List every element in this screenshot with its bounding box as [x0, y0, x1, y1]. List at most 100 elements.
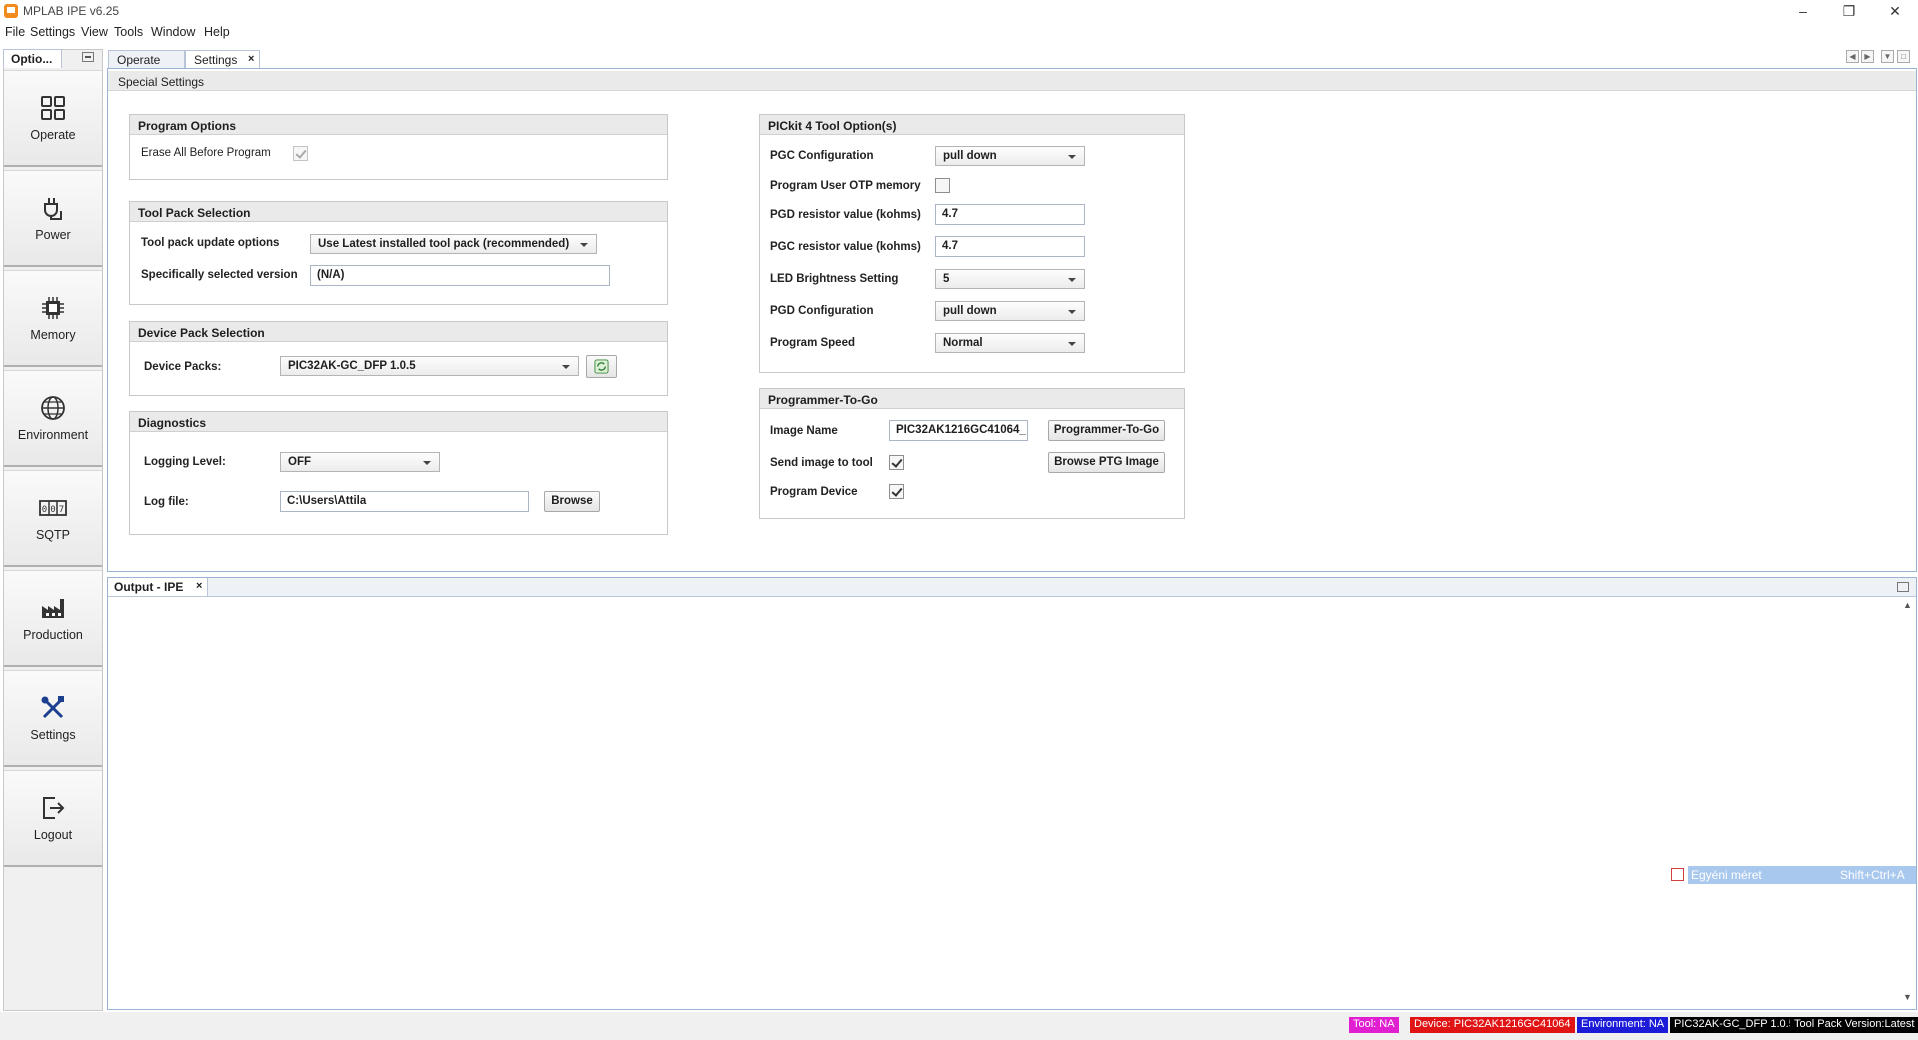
log-file-label: Log file: — [144, 496, 189, 508]
tab-operate[interactable]: Operate — [108, 50, 185, 68]
selected-version-field[interactable]: (N/A) — [310, 265, 610, 286]
menu-view[interactable]: View — [81, 25, 108, 39]
erase-all-checkbox[interactable] — [293, 146, 308, 161]
browse-ptg-image-button[interactable]: Browse PTG Image — [1048, 452, 1165, 473]
erase-all-label: Erase All Before Program — [141, 147, 271, 159]
nav-memory-label: Memory — [30, 328, 76, 342]
menu-help[interactable]: Help — [204, 25, 230, 39]
led-brightness-label: LED Brightness Setting — [770, 273, 899, 285]
tab-settings[interactable]: Settings × — [185, 50, 260, 68]
power-plug-icon — [44, 198, 62, 220]
minimize-panel-icon[interactable] — [82, 52, 94, 62]
pickit-options-title: PICkit 4 Tool Option(s) — [760, 115, 1184, 135]
custom-size-menu-item[interactable]: Egyéni méret Shift+Ctrl+A — [1688, 866, 1916, 884]
tab-list-icon[interactable]: ▼ — [1881, 50, 1894, 63]
program-speed-label: Program Speed — [770, 337, 855, 349]
otp-memory-checkbox[interactable] — [935, 178, 950, 193]
tab-close-icon[interactable]: × — [248, 53, 254, 65]
program-options-title: Program Options — [130, 115, 667, 135]
output-minimize-icon[interactable] — [1897, 582, 1909, 592]
menu-file[interactable]: File — [5, 25, 25, 39]
status-tool-badge: Tool: NA — [1349, 1017, 1399, 1033]
svg-text:0: 0 — [50, 505, 55, 515]
mplab-logo-icon — [4, 4, 18, 18]
nav-production-label: Production — [23, 628, 83, 642]
tool-pack-update-label: Tool pack update options — [141, 237, 280, 249]
tab-scroll-right-icon[interactable]: ▶ — [1861, 50, 1874, 63]
pgd-config-label: PGD Configuration — [770, 305, 874, 317]
window-title: MPLAB IPE v6.25 — [23, 4, 120, 18]
scroll-up-icon[interactable]: ▲ — [1903, 600, 1912, 610]
nav-memory[interactable]: Memory — [4, 270, 102, 367]
log-file-field[interactable]: C:\Users\Attila — [280, 491, 529, 512]
selected-version-label: Specifically selected version — [141, 269, 298, 281]
image-name-field[interactable]: PIC32AK1216GC41064_ — [889, 420, 1028, 441]
title-bar: MPLAB IPE v6.25 – ❐ ✕ — [0, 0, 1918, 22]
program-device-label: Program Device — [770, 486, 858, 498]
logging-level-select[interactable]: OFF — [280, 452, 440, 472]
pgc-config-label: PGC Configuration — [770, 150, 874, 162]
nav-operate-label: Operate — [30, 128, 76, 142]
nav-settings-label: Settings — [30, 728, 76, 742]
tab-scroll-left-icon[interactable]: ◀ — [1846, 50, 1859, 63]
output-tab[interactable]: Output - IPE × — [108, 578, 208, 596]
output-panel — [107, 577, 1917, 1010]
led-brightness-select[interactable]: 5 — [935, 269, 1085, 289]
nav-sqtp[interactable]: 007 SQTP — [4, 470, 102, 567]
programmer-to-go-button[interactable]: Programmer-To-Go — [1048, 420, 1165, 441]
send-image-checkbox[interactable] — [889, 455, 904, 470]
refresh-icon — [594, 359, 609, 374]
pgc-resistor-label: PGC resistor value (kohms) — [770, 241, 921, 253]
nav-production[interactable]: Production — [4, 570, 102, 667]
restore-icon[interactable]: ❐ — [1826, 0, 1872, 22]
tools-icon — [41, 696, 64, 719]
log-file-browse-button[interactable]: Browse — [544, 491, 600, 512]
menu-settings[interactable]: Settings — [30, 25, 75, 39]
counter-icon: 007 — [39, 500, 67, 516]
globe-icon — [41, 396, 65, 420]
nav-environment[interactable]: Environment — [4, 370, 102, 467]
tool-pack-update-select[interactable]: Use Latest installed tool pack (recommen… — [310, 234, 597, 254]
device-pack-title: Device Pack Selection — [130, 322, 667, 342]
scroll-down-icon[interactable]: ▼ — [1903, 992, 1912, 1002]
status-tool-pack-badge: Tool Pack Version:Latest — [1790, 1017, 1918, 1033]
close-icon[interactable]: ✕ — [1872, 0, 1918, 22]
programmer-to-go-title: Programmer-To-Go — [760, 389, 1184, 409]
device-packs-select[interactable]: PIC32AK-GC_DFP 1.0.5 — [280, 356, 579, 376]
device-packs-label: Device Packs: — [144, 361, 222, 373]
maximize-window-icon[interactable]: □ — [1897, 50, 1910, 63]
menu-window[interactable]: Window — [151, 25, 195, 39]
pgd-resistor-label: PGD resistor value (kohms) — [770, 209, 921, 221]
logout-icon — [43, 797, 65, 819]
image-name-label: Image Name — [770, 425, 838, 437]
output-close-icon[interactable]: × — [196, 580, 202, 592]
nav-power[interactable]: Power — [4, 170, 102, 267]
options-tab[interactable]: Optio... — [3, 49, 62, 68]
menu-tools[interactable]: Tools — [114, 25, 143, 39]
refresh-packs-button[interactable] — [586, 355, 617, 378]
nav-sqtp-label: SQTP — [35, 528, 71, 542]
svg-text:7: 7 — [59, 505, 64, 515]
pgc-resistor-field[interactable]: 4.7 — [935, 236, 1085, 257]
output-scrollbar[interactable]: ▲ ▼ — [1900, 598, 1915, 1008]
nav-logout[interactable]: Logout — [4, 770, 102, 867]
program-speed-select[interactable]: Normal — [935, 333, 1085, 353]
nav-operate[interactable]: Operate — [4, 70, 102, 167]
grid-icon — [41, 96, 65, 120]
nav-power-label: Power — [35, 228, 71, 242]
svg-text:0: 0 — [42, 505, 47, 515]
minimize-icon[interactable]: – — [1780, 0, 1826, 22]
logging-level-label: Logging Level: — [144, 456, 226, 468]
pgc-config-select[interactable]: pull down — [935, 146, 1085, 166]
custom-size-shortcut: Shift+Ctrl+A — [1840, 868, 1905, 882]
tab-settings-label: Settings — [194, 53, 238, 67]
diagnostics-title: Diagnostics — [130, 412, 667, 432]
pgd-resistor-field[interactable]: 4.7 — [935, 204, 1085, 225]
chip-icon — [42, 297, 64, 319]
custom-size-icon — [1671, 868, 1684, 881]
nav-settings[interactable]: Settings — [4, 670, 102, 767]
pgd-config-select[interactable]: pull down — [935, 301, 1085, 321]
output-tab-bar — [108, 578, 1916, 597]
program-device-checkbox[interactable] — [889, 484, 904, 499]
output-tab-label: Output - IPE — [114, 580, 184, 594]
